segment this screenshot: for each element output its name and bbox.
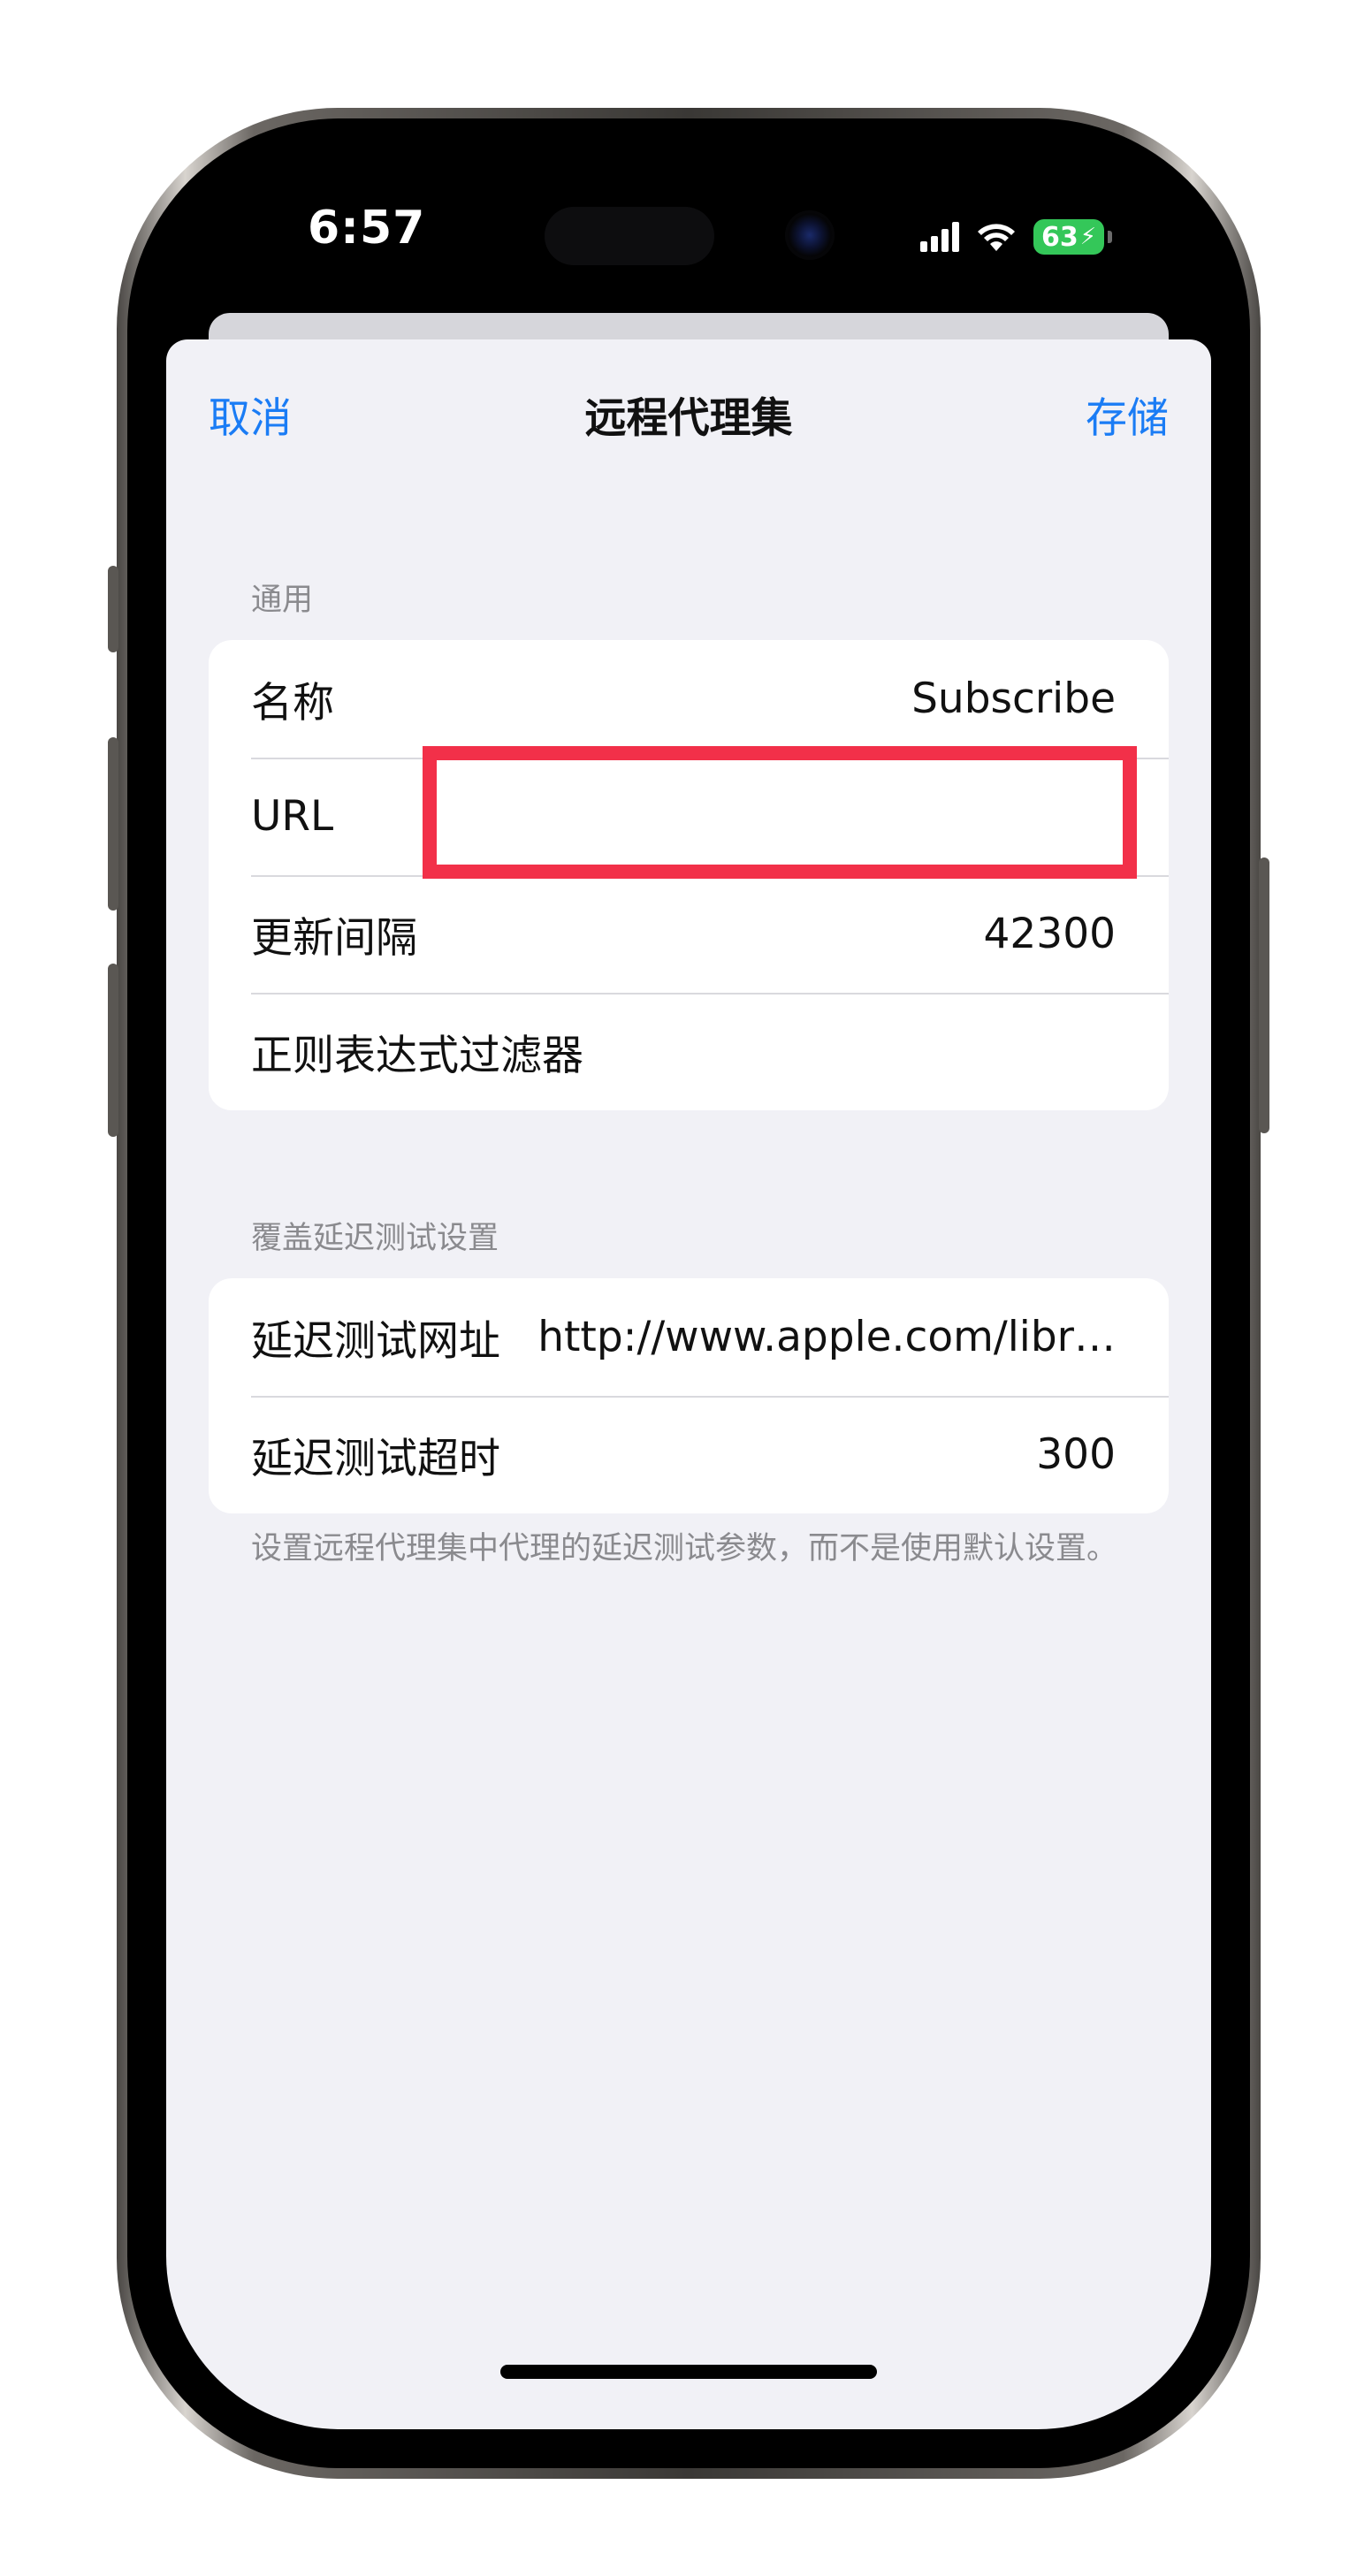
status-time: 6:57	[308, 202, 426, 255]
navigation-bar: 取消 远程代理集 存储	[166, 339, 1211, 490]
home-indicator[interactable]	[500, 2365, 877, 2379]
latency-timeout-value: 300	[1036, 1430, 1116, 1479]
volume-up-button	[108, 737, 118, 911]
section-header-latency: 覆盖延迟测试设置	[251, 1221, 499, 1256]
latency-timeout-label: 延迟测试超时	[251, 1435, 500, 1483]
section-header-general: 通用	[251, 583, 314, 618]
latency-test-url-row[interactable]: 延迟测试网址 http://www.apple.com/libr…	[209, 1278, 1169, 1396]
save-button[interactable]: 存储	[1086, 384, 1169, 445]
latency-test-url-label: 延迟测试网址	[251, 1317, 500, 1366]
screen: 6:57 63 ⚡ 取消 远程代理集 存储 通用 名称 Subscribe UR…	[166, 159, 1211, 2429]
update-interval-label: 更新间隔	[251, 914, 417, 963]
power-button	[1259, 857, 1269, 1133]
volume-down-button	[108, 964, 118, 1137]
dynamic-island	[545, 207, 714, 265]
wifi-icon	[978, 224, 1015, 251]
update-interval-value: 42300	[983, 910, 1116, 958]
name-row[interactable]: 名称 Subscribe	[209, 640, 1169, 758]
signal-icon	[920, 222, 959, 252]
update-interval-row[interactable]: 更新间隔 42300	[209, 875, 1169, 993]
front-camera	[785, 210, 835, 260]
latency-test-url-value: http://www.apple.com/libr…	[537, 1313, 1116, 1361]
redaction-highlight-box	[423, 746, 1137, 879]
battery-level: 63	[1040, 221, 1079, 253]
page-title: 远程代理集	[584, 394, 793, 443]
action-button	[108, 566, 118, 652]
latency-footer-note: 设置远程代理集中代理的延迟测试参数，而不是使用默认设置。	[251, 1531, 1118, 1566]
url-label: URL	[251, 792, 334, 841]
regex-filter-row[interactable]: 正则表达式过滤器	[209, 993, 1169, 1110]
battery-charging-icon: 63 ⚡	[1033, 219, 1104, 255]
name-label: 名称	[251, 679, 334, 728]
name-value: Subscribe	[911, 674, 1116, 723]
remote-proxy-set-sheet: 取消 远程代理集 存储 通用 名称 Subscribe URL 更新间隔 423…	[166, 339, 1211, 2429]
latency-timeout-row[interactable]: 延迟测试超时 300	[209, 1396, 1169, 1513]
status-icons: 63 ⚡	[920, 216, 1112, 258]
latency-settings-group: 延迟测试网址 http://www.apple.com/libr… 延迟测试超时…	[209, 1278, 1169, 1513]
battery-nub	[1108, 231, 1112, 243]
regex-filter-label: 正则表达式过滤器	[251, 1032, 583, 1080]
